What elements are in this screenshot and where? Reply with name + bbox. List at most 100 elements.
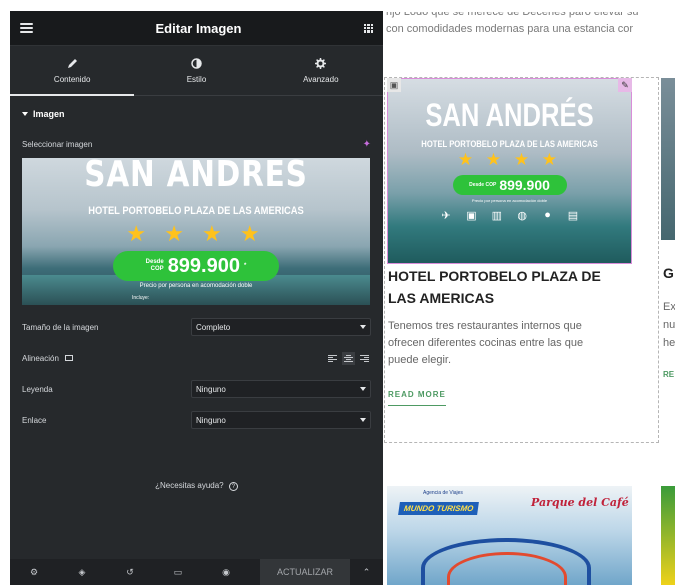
link-row: Enlace Ninguno [22,411,371,429]
card-image-per-person: Precio por persona en acomodación doble [471,198,548,203]
intro-text-line: con comodidades modernas para una estanc… [386,23,634,35]
plane-icon: ✈ [441,209,451,222]
pencil-icon [66,58,78,70]
second-card-image[interactable] [661,78,675,240]
image-size-value: Completo [196,322,231,332]
hotel-icon: ▥ [491,209,502,222]
tab-label: Contenido [53,74,91,84]
contrast-icon [190,58,202,70]
link-value: Ninguno [196,415,226,425]
second-card-read-more-link[interactable]: RE [663,370,674,379]
price-prefix-cop: COP [150,266,164,272]
column-handle-icon[interactable]: ▣ [387,78,401,92]
help-link[interactable]: ¿Necesitas ayuda? ? [10,481,383,491]
desktop-icon[interactable] [64,355,73,361]
second-card-description: Ex nu he [663,298,675,352]
caret-down-icon [22,112,28,116]
chevron-down-icon [360,325,366,329]
price-prefix: Desde COP [146,259,164,273]
gear-icon [315,58,327,70]
second-card-title: G [663,265,674,281]
section-title-label: Imagen [33,109,65,119]
image-stars: ★ ★ ★ ★ [126,221,266,246]
money-icon: ● [544,209,551,221]
bus-icon: ▣ [466,209,477,222]
panel-footer: ⚙ ◈ ↺ ▭ ◉ ACTUALIZAR ⌃ [10,559,383,585]
ai-sparkle-icon[interactable]: ✦ [363,139,371,150]
tab-contenido[interactable]: Contenido [10,46,135,96]
select-image-label: Seleccionar imagen [22,140,93,149]
tab-label: Estilo [186,74,207,84]
responsive-icon[interactable]: ▭ [154,567,202,578]
link-label: Enlace [22,415,47,425]
update-button[interactable]: ACTUALIZAR [260,559,350,585]
widgets-grid-icon[interactable] [364,23,373,33]
caption-select[interactable]: Ninguno [191,380,371,398]
panel-tabs: Contenido Estilo Avanzado [10,46,383,96]
document-icon: ▤ [567,209,579,222]
menu-icon[interactable] [20,23,33,33]
image-per-person-text: Precio por persona en acomodación doble [139,283,253,289]
caption-value: Ninguno [196,384,226,394]
image-size-label: Tamaño de la imagen [22,322,99,332]
settings-icon[interactable]: ⚙ [10,567,58,578]
panel-title: Editar Imagen [155,20,242,36]
link-select[interactable]: Ninguno [191,411,371,429]
card-price-value: 899.900 [499,177,550,193]
chevron-up-icon[interactable]: ⌃ [350,559,383,585]
tab-estilo[interactable]: Estilo [134,46,258,95]
image-includes-text: Incluye: [132,295,150,301]
card-price-prefix: Desde COP [469,181,497,188]
image-size-row: Tamaño de la imagen Completo [22,318,371,336]
editor-panel: Editar Imagen Contenido Estilo Avanzado … [10,11,383,585]
agency-brand-logo: MUNDO TURISMO [398,502,480,515]
section-toggle-imagen[interactable]: Imagen [22,109,65,119]
card-image-price-pill: Desde COP 899.900 [452,175,567,195]
help-icon: ? [228,482,238,491]
second-card-line: he [663,337,675,349]
theme-park-card-image[interactable]: Agencia de Viajes MUNDO TURISMO Parque d… [387,486,632,585]
history-icon[interactable]: ↺ [106,567,154,578]
image-price-pill: Desde COP 899.900 * [113,251,279,281]
align-right-button[interactable] [358,351,371,365]
alignment-buttons [326,351,371,365]
hotel-card-title: HOTEL PORTOBELO PLAZA DE LAS AMERICAS [388,268,601,306]
read-more-link[interactable]: READ MORE [388,390,446,406]
page-preview: rijo Lodo que se merece de Decenes paro … [383,0,675,585]
layers-icon[interactable]: ◈ [58,567,106,578]
preview-eye-icon[interactable]: ◉ [202,567,250,578]
image-size-select[interactable]: Completo [191,318,371,336]
card-image-amenities: ✈ ▣ ▥ ◍ ● ▤ [440,209,579,222]
card-image-subtitle: HOTEL PORTOBELO PLAZA DE LAS AMERICAS [421,139,598,149]
intro-text-line: rijo Lodo que se merece de Decenes paro … [386,6,639,18]
fourth-card-image[interactable] [661,486,675,585]
card-image-stars: ★ ★ ★ ★ [457,150,562,169]
align-left-button[interactable] [326,351,339,365]
chevron-down-icon [360,418,366,422]
align-center-button[interactable] [342,351,355,365]
app-root: Editar Imagen Contenido Estilo Avanzado … [0,0,675,585]
help-text: ¿Necesitas ayuda? [155,481,224,490]
card-image-title: SAN ANDRÉS [425,97,594,133]
chevron-down-icon [360,387,366,391]
alignment-label-group: Alineación [22,354,73,363]
hotel-card-description: Tenemos tres restaurantes internos que o… [388,320,584,366]
caption-label: Leyenda [22,384,53,394]
price-prefix-desde: Desde [145,259,164,265]
food-icon: ◍ [517,209,527,222]
tab-label: Avanzado [303,74,339,84]
hotel-card-image[interactable]: SAN ANDRÉS HOTEL PORTOBELO PLAZA DE LAS … [387,78,632,264]
alignment-row: Alineación [22,349,371,367]
edit-widget-pencil-icon[interactable]: ✎ [618,78,632,92]
agency-text: Agencia de Viajes [423,490,463,496]
tab-avanzado[interactable]: Avanzado [259,46,383,95]
panel-header: Editar Imagen [10,11,383,46]
image-subtitle-text: HOTEL PORTOBELO PLAZA DE LAS AMERICAS [88,205,304,217]
image-picker-preview[interactable]: SAN ANDRES HOTEL PORTOBELO PLAZA DE LAS … [22,158,370,305]
alignment-label: Alineación [22,353,59,363]
park-logo: Parque del Café [531,496,629,509]
second-card-line: Ex [663,301,675,313]
second-card-line: nu [663,319,675,331]
image-title-text: SAN ANDRES [84,158,308,195]
caption-row: Leyenda Ninguno [22,380,371,398]
